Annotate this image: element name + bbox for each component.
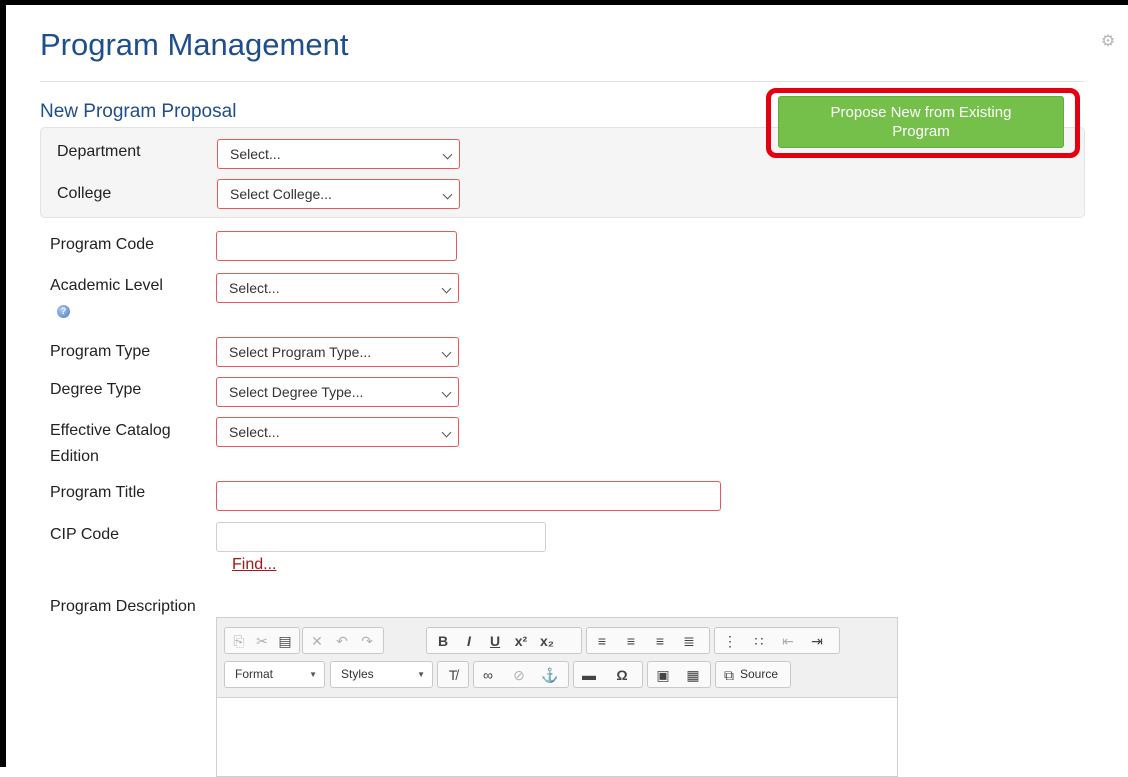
program-type-label: Program Type (50, 343, 151, 360)
table-icon[interactable]: ▦ (683, 665, 703, 685)
degree-type-select[interactable]: Select Degree Type... (216, 377, 459, 407)
source-button-label[interactable]: Source (740, 667, 778, 681)
source-group: ⧉ Source (715, 661, 791, 688)
indent-icon[interactable]: ⇥ (807, 631, 827, 651)
program-title-input[interactable] (216, 481, 721, 511)
college-select[interactable]: Select College... (217, 179, 460, 209)
superscript-icon[interactable]: x² (511, 631, 531, 651)
align-center-icon[interactable]: ≡ (621, 631, 641, 651)
undo-icon[interactable]: ↶ (332, 631, 352, 651)
numbered-list-icon[interactable]: ⋮ (720, 631, 740, 651)
program-code-input[interactable] (216, 231, 457, 261)
window-frame-top (0, 0, 1128, 5)
academic-level-select-value: Select... (229, 280, 280, 296)
propose-from-existing-button[interactable]: Propose New from Existing Program (778, 96, 1064, 148)
program-type-select[interactable]: Select Program Type... (216, 337, 459, 367)
italic-icon[interactable]: I (459, 631, 479, 651)
styles-dropdown-label: Styles (341, 667, 374, 681)
chevron-down-icon (443, 274, 450, 302)
gear-icon[interactable]: ⚙ (1100, 34, 1116, 50)
unlink-icon[interactable]: ⊘ (509, 665, 529, 685)
department-select-value: Select... (230, 146, 281, 162)
department-label: Department (57, 143, 141, 160)
degree-type-select-value: Select Degree Type... (229, 384, 364, 400)
catalog-label-line1: Effective Catalog (50, 422, 171, 439)
catalog-label-line2: Edition (50, 448, 99, 465)
table-group: ▣ ▦ (647, 661, 711, 688)
align-right-icon[interactable]: ≡ (650, 631, 670, 651)
program-description-label: Program Description (50, 598, 196, 615)
list-group: ⋮ ∷ ⇤ ⇥ (714, 627, 840, 654)
caret-down-icon: ▼ (309, 670, 317, 679)
source-icon[interactable]: ⧉ (719, 665, 739, 685)
academic-level-label: Academic Level (50, 277, 163, 294)
window-frame-left (0, 0, 6, 767)
college-label: College (57, 185, 112, 202)
clear-formatting-icon[interactable]: T̸ (443, 665, 463, 685)
link-group: ∞ ⊘ ⚓ (473, 661, 569, 688)
styles-dropdown[interactable]: Styles ▼ (330, 661, 433, 688)
format-dropdown[interactable]: Format ▼ (224, 661, 325, 688)
chevron-down-icon (444, 140, 451, 168)
outdent-icon[interactable]: ⇤ (778, 631, 798, 651)
chevron-down-icon (443, 418, 450, 446)
insert-group: ▬ Ω (573, 661, 643, 688)
chevron-down-icon (444, 180, 451, 208)
link-icon[interactable]: ∞ (478, 665, 498, 685)
department-select[interactable]: Select... (217, 139, 460, 169)
program-code-label: Program Code (50, 236, 155, 253)
page-title: Program Management (40, 27, 349, 62)
cip-code-label: CIP Code (50, 526, 120, 543)
horizontal-rule-icon[interactable]: ▬ (579, 665, 599, 685)
editor-content-area[interactable] (217, 698, 897, 776)
cut-icon[interactable]: ✂ (252, 631, 272, 651)
rich-text-editor[interactable]: ⎘ ✂ ▤ ✕ ↶ ↷ B I U x² x₂ ≡ ≡ ≡ ≣ ⋮ ∷ ⇤ ⇥ … (216, 617, 898, 777)
align-left-icon[interactable]: ≡ (592, 631, 612, 651)
cip-code-input[interactable] (216, 522, 546, 552)
caret-down-icon: ▼ (417, 670, 425, 679)
remove-format-icon[interactable]: ✕ (307, 631, 327, 651)
college-select-value: Select College... (230, 186, 332, 202)
bulleted-list-icon[interactable]: ∷ (749, 631, 769, 651)
clipboard-group: ⎘ ✂ ▤ (224, 627, 300, 654)
title-divider (40, 81, 1085, 82)
editor-toolbar: ⎘ ✂ ▤ ✕ ↶ ↷ B I U x² x₂ ≡ ≡ ≡ ≣ ⋮ ∷ ⇤ ⇥ … (217, 618, 897, 698)
undo-group: ✕ ↶ ↷ (302, 627, 384, 654)
special-char-icon[interactable]: Ω (612, 665, 632, 685)
copy-icon[interactable]: ⎘ (229, 631, 249, 651)
chevron-down-icon (443, 378, 450, 406)
propose-button-line2: Program (892, 123, 950, 140)
degree-type-label: Degree Type (50, 381, 142, 398)
catalog-edition-select-value: Select... (229, 424, 280, 440)
help-icon[interactable]: ? (57, 305, 70, 318)
academic-level-select[interactable]: Select... (216, 273, 459, 303)
program-type-select-value: Select Program Type... (229, 344, 372, 360)
redo-icon[interactable]: ↷ (357, 631, 377, 651)
anchor-icon[interactable]: ⚓ (540, 665, 560, 685)
basic-styles-group: B I U x² x₂ (426, 627, 582, 654)
justify-icon[interactable]: ≣ (679, 631, 699, 651)
clear-format-group: T̸ (437, 661, 469, 688)
align-group: ≡ ≡ ≡ ≣ (586, 627, 710, 654)
paste-icon[interactable]: ▤ (275, 631, 295, 651)
subscript-icon[interactable]: x₂ (537, 631, 557, 651)
underline-icon[interactable]: U (485, 631, 505, 651)
template-icon[interactable]: ▣ (653, 665, 673, 685)
propose-button-line1: Propose New from Existing (830, 104, 1012, 121)
section-title: New Program Proposal (40, 101, 237, 122)
chevron-down-icon (443, 338, 450, 366)
program-title-label: Program Title (50, 484, 146, 501)
catalog-edition-select[interactable]: Select... (216, 417, 459, 447)
find-cip-link[interactable]: Find... (232, 556, 276, 574)
bold-icon[interactable]: B (433, 631, 453, 651)
format-dropdown-label: Format (235, 667, 274, 681)
